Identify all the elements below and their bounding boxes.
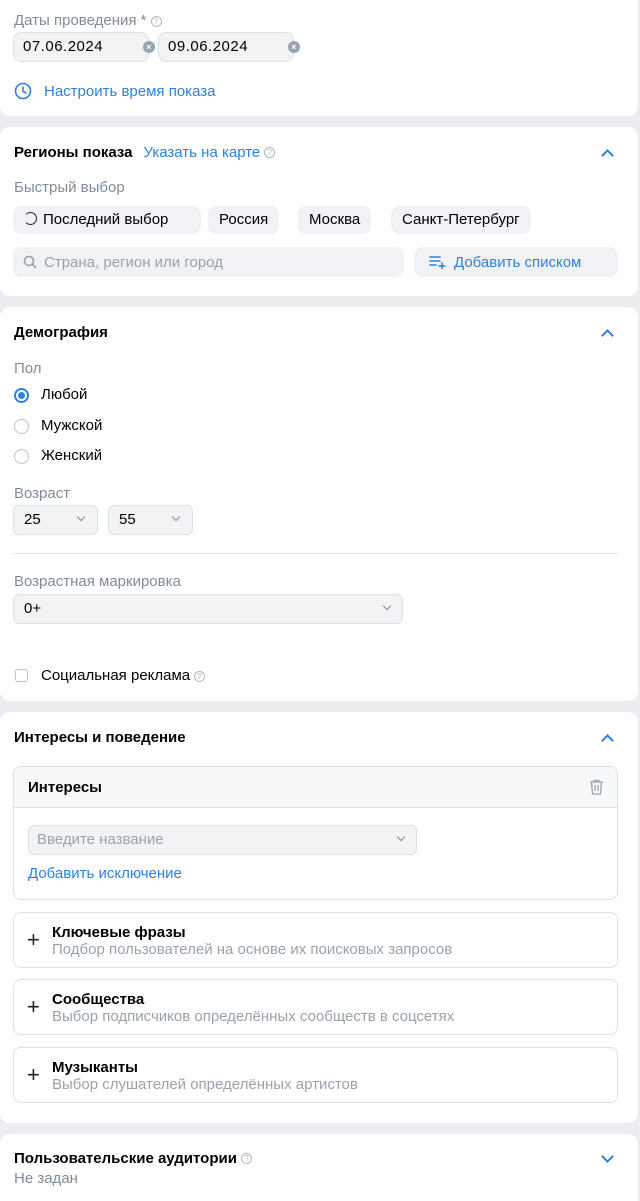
radio-any[interactable] bbox=[14, 388, 29, 403]
expand-icon[interactable] bbox=[601, 1150, 614, 1163]
chevron-down-icon bbox=[396, 832, 406, 842]
age-label: Возраст bbox=[14, 485, 71, 502]
gender-female-label[interactable]: Женский bbox=[41, 447, 102, 464]
section-title: Музыканты bbox=[52, 1059, 138, 1076]
collapse-icon[interactable] bbox=[601, 734, 614, 747]
age-marking-label: Возрастная маркировка bbox=[14, 573, 181, 590]
clear-icon[interactable]: × bbox=[143, 41, 155, 53]
age-to-select[interactable]: 55 bbox=[108, 505, 193, 535]
audiences-card: Пользовательские аудитории? Не задан bbox=[0, 1134, 638, 1201]
gender-label: Пол bbox=[14, 360, 42, 377]
help-icon[interactable]: ? bbox=[150, 15, 162, 27]
search-placeholder: Страна, регион или город bbox=[44, 253, 223, 271]
clear-icon[interactable]: × bbox=[288, 41, 300, 53]
demography-card: Демография Пол Любой Мужской Женский Воз… bbox=[0, 307, 638, 701]
age-marking-select[interactable]: 0+ bbox=[13, 594, 403, 624]
plus-icon: + bbox=[27, 994, 40, 1019]
chevron-down-icon bbox=[76, 512, 86, 522]
start-date-input[interactable]: 07.06.2024 × bbox=[13, 32, 155, 62]
age-from-select[interactable]: 25 bbox=[13, 505, 98, 535]
chevron-down-icon bbox=[382, 601, 392, 611]
collapse-icon[interactable] bbox=[601, 149, 614, 162]
dates-label: Даты проведения *? bbox=[14, 12, 162, 29]
audiences-title: Пользовательские аудитории bbox=[14, 1150, 237, 1167]
radio-female[interactable] bbox=[14, 449, 29, 464]
gender-male-label[interactable]: Мужской bbox=[41, 417, 102, 434]
regions-header: Регионы показа Указать на карте ? bbox=[14, 144, 276, 161]
chip-last-selection[interactable]: Последний выбор bbox=[13, 206, 201, 234]
search-icon bbox=[23, 255, 37, 269]
configure-time-button[interactable]: Настроить время показа bbox=[14, 82, 215, 100]
collapse-icon[interactable] bbox=[601, 329, 614, 342]
dates-card: Даты проведения *? 07.06.2024 × 09.06.20… bbox=[0, 0, 638, 116]
quick-select-label: Быстрый выбор bbox=[14, 179, 125, 196]
audiences-header[interactable]: Пользовательские аудитории? bbox=[14, 1150, 252, 1167]
section-subtitle: Выбор слушателей определённых артистов bbox=[52, 1076, 358, 1093]
history-icon bbox=[24, 212, 37, 225]
interests-card: Интересы и поведение Интересы Введите на… bbox=[0, 712, 638, 1123]
chevron-down-icon bbox=[171, 512, 181, 522]
map-link[interactable]: Указать на карте bbox=[144, 144, 261, 161]
section-title: Сообщества bbox=[52, 991, 145, 1008]
musicians-section[interactable]: + Музыканты Выбор слушателей определённы… bbox=[13, 1047, 618, 1103]
section-subtitle: Выбор подписчиков определённых сообществ… bbox=[52, 1008, 455, 1025]
add-list-button[interactable]: Добавить списком bbox=[414, 247, 618, 277]
region-search-input[interactable]: Страна, регион или город bbox=[13, 247, 404, 277]
chip-moscow[interactable]: Москва bbox=[298, 206, 372, 234]
interests-box: Интересы Введите название Добавить исклю… bbox=[13, 766, 618, 900]
chip-russia[interactable]: Россия bbox=[208, 206, 280, 234]
add-list-label: Добавить списком bbox=[454, 253, 582, 271]
demography-title: Демография bbox=[14, 324, 108, 341]
chip-spb[interactable]: Санкт-Петербург bbox=[391, 206, 531, 234]
social-ad-row[interactable]: Социальная реклама? bbox=[41, 667, 206, 684]
section-title: Ключевые фразы bbox=[52, 924, 186, 941]
keyword-phrases-section[interactable]: + Ключевые фразы Подбор пользователей на… bbox=[13, 912, 618, 968]
audiences-value: Не задан bbox=[14, 1170, 78, 1187]
add-list-icon bbox=[429, 256, 446, 269]
social-ad-label: Социальная реклама bbox=[41, 667, 191, 684]
communities-section[interactable]: + Сообщества Выбор подписчиков определён… bbox=[13, 979, 618, 1035]
add-exclusion-link[interactable]: Добавить исключение bbox=[28, 865, 182, 882]
gender-any-label[interactable]: Любой bbox=[41, 386, 87, 403]
end-date-input[interactable]: 09.06.2024 × bbox=[158, 32, 300, 62]
section-subtitle: Подбор пользователей на основе их поиско… bbox=[52, 941, 453, 958]
help-icon[interactable]: ? bbox=[194, 670, 206, 682]
trash-icon[interactable] bbox=[589, 779, 604, 795]
interests-box-title: Интересы bbox=[28, 779, 102, 796]
divider bbox=[13, 553, 618, 554]
chip-label: Последний выбор bbox=[43, 211, 169, 228]
regions-card: Регионы показа Указать на карте ? Быстры… bbox=[0, 127, 638, 296]
interests-title: Интересы и поведение bbox=[14, 729, 186, 746]
help-icon[interactable]: ? bbox=[264, 147, 276, 158]
regions-title: Регионы показа bbox=[14, 144, 133, 161]
social-ad-checkbox[interactable] bbox=[15, 669, 28, 682]
radio-male[interactable] bbox=[14, 419, 29, 434]
interests-input[interactable]: Введите название bbox=[28, 825, 417, 855]
plus-icon: + bbox=[27, 927, 40, 952]
help-icon[interactable]: ? bbox=[240, 1153, 252, 1164]
clock-icon bbox=[14, 82, 32, 100]
interests-box-header bbox=[14, 767, 617, 808]
plus-icon: + bbox=[27, 1062, 40, 1087]
configure-time-link[interactable]: Настроить время показа bbox=[44, 83, 215, 100]
